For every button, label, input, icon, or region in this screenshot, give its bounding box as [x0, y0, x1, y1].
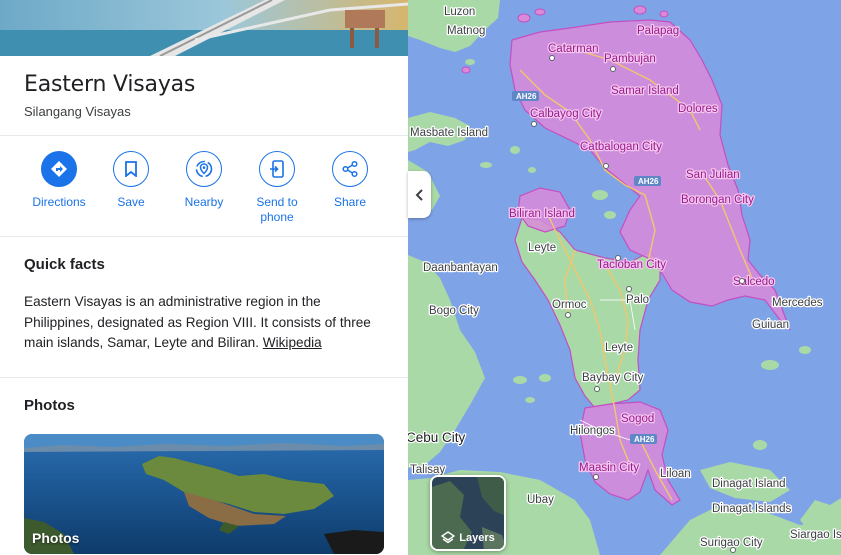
- share-icon: [342, 160, 358, 178]
- map-label: Masbate Island: [410, 127, 488, 139]
- layers-label: Layers: [459, 532, 495, 544]
- map-label: San Julian: [686, 169, 740, 181]
- action-row: Directions Save Nearby Send to phone Sha…: [22, 151, 388, 231]
- map-label: Liloan: [660, 468, 691, 480]
- map-label: Catbalogan City: [580, 141, 662, 153]
- map-label: Leyte: [605, 342, 633, 354]
- map-label: Maasin City: [579, 462, 639, 474]
- nearby-icon: [195, 160, 213, 178]
- nearby-button[interactable]: Nearby: [167, 151, 241, 210]
- map-label: Borongan City: [681, 194, 754, 206]
- send-to-phone-icon: [270, 160, 284, 178]
- divider: [0, 377, 408, 378]
- map-label: Baybay City: [582, 372, 644, 384]
- directions-icon: [51, 161, 67, 177]
- layers-icon: [441, 531, 456, 544]
- map-label: Mercedes: [772, 297, 823, 309]
- map-label: Palo: [626, 294, 649, 306]
- send-to-phone-icon-circle: [259, 151, 295, 187]
- road-shield: AH26: [634, 176, 661, 186]
- directions-button[interactable]: Directions: [22, 151, 96, 210]
- map-label: Dolores: [678, 103, 718, 115]
- map-label: Matnog: [447, 25, 485, 37]
- side-panel: Eastern Visayas Silangang Visayas Direct…: [0, 0, 408, 555]
- photos-card[interactable]: Photos: [24, 434, 384, 554]
- svg-text:AH26: AH26: [634, 435, 655, 444]
- map-label: Ormoc: [552, 299, 587, 311]
- share-icon-circle: [332, 151, 368, 187]
- road-shield: AH26: [512, 91, 539, 101]
- road-shield: AH26: [630, 434, 657, 444]
- photos-card-label: Photos: [32, 530, 80, 546]
- map-label: Daanbantayan: [423, 262, 498, 274]
- map-label: Biliran Island: [509, 208, 575, 220]
- map-label: Sogod: [621, 413, 654, 425]
- map-label: Siargao Is: [790, 529, 841, 541]
- map-label: Guiuan: [752, 319, 789, 331]
- svg-text:AH26: AH26: [638, 177, 659, 186]
- map-canvas[interactable]: AH26 AH26 AH26 Luzon Matnog Palapag Cata…: [408, 0, 841, 555]
- map-label: Dinagat Islands: [712, 503, 792, 515]
- bookmark-icon: [125, 161, 137, 177]
- save-button[interactable]: Save: [94, 151, 168, 210]
- directions-label: Directions: [32, 195, 86, 209]
- map-label: Pambujan: [604, 53, 656, 65]
- map-label: Calbayog City: [530, 108, 602, 120]
- layers-label-row: Layers: [432, 531, 504, 545]
- quick-facts-body: Eastern Visayas is an administrative reg…: [24, 292, 392, 354]
- send-to-phone-label: Send to phone: [256, 195, 298, 224]
- quick-facts-heading: Quick facts: [24, 256, 105, 273]
- hero-bridge-image: [0, 0, 408, 56]
- map-label: Cebu City: [408, 430, 466, 445]
- directions-icon-circle: [41, 151, 77, 187]
- save-label: Save: [117, 195, 145, 209]
- nearby-icon-circle: [186, 151, 222, 187]
- place-title: Eastern Visayas: [24, 72, 196, 97]
- map-label: Dinagat Island: [712, 478, 786, 490]
- nearby-label: Nearby: [184, 195, 224, 209]
- send-to-phone-button[interactable]: Send to phone: [240, 151, 314, 225]
- share-label: Share: [333, 195, 367, 209]
- map-label: Surigao City: [700, 537, 763, 549]
- photos-heading: Photos: [24, 397, 75, 414]
- maps-app: AH26 AH26 AH26 Luzon Matnog Palapag Cata…: [0, 0, 841, 555]
- map-label: Luzon: [444, 6, 475, 18]
- divider: [0, 135, 408, 136]
- hero-image[interactable]: [0, 0, 408, 56]
- svg-text:AH26: AH26: [516, 92, 537, 101]
- layers-button[interactable]: Layers: [430, 475, 506, 551]
- save-icon-circle: [113, 151, 149, 187]
- map-svg[interactable]: AH26 AH26 AH26 Luzon Matnog Palapag Cata…: [408, 0, 841, 555]
- share-button[interactable]: Share: [313, 151, 387, 210]
- collapse-panel-button[interactable]: [408, 171, 431, 218]
- map-label: Catarman: [548, 43, 599, 55]
- divider: [0, 236, 408, 237]
- map-label: Tacloban City: [597, 259, 666, 271]
- map-label: Samar Island: [611, 85, 679, 97]
- map-label: Hilongos: [570, 425, 615, 437]
- map-label: Bogo City: [429, 305, 479, 317]
- chevron-left-icon: [415, 188, 423, 201]
- place-subtitle: Silangang Visayas: [24, 104, 131, 119]
- map-label: Ubay: [527, 494, 554, 506]
- map-label: Palapag: [637, 25, 679, 37]
- wikipedia-link[interactable]: Wikipedia: [263, 335, 322, 350]
- map-label: Leyte: [528, 242, 556, 254]
